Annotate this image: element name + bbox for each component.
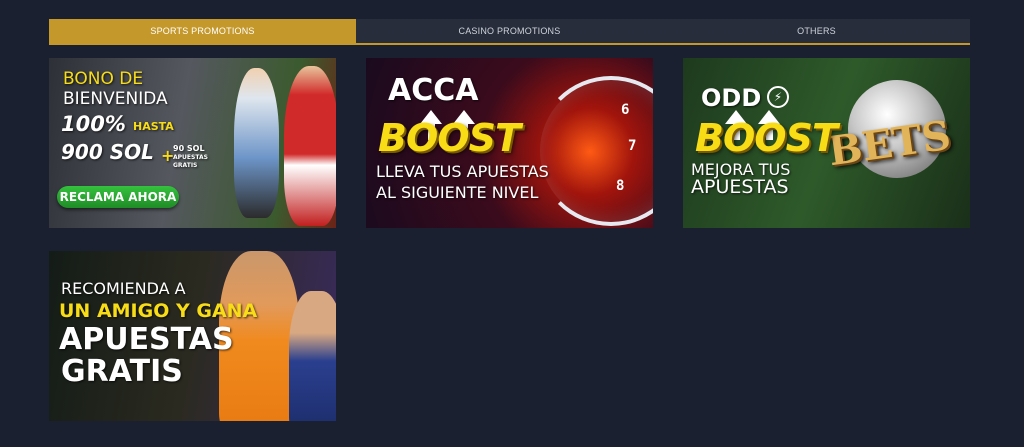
tab-sports-promotions[interactable]: SPORTS PROMOTIONS	[49, 19, 356, 43]
odd-line-2: APUESTAS	[691, 176, 789, 198]
welcome-percent: 100%	[61, 112, 126, 136]
gauge-number-6: 6	[621, 102, 630, 118]
gauge-number-7: 7	[628, 138, 637, 154]
tab-casino-promotions[interactable]: CASINO PROMOTIONS	[356, 19, 663, 43]
odd-boost-label: BOOST	[695, 116, 838, 160]
player-figure-2	[284, 66, 336, 226]
refer-line-3: APUESTAS	[59, 322, 234, 357]
refer-line-1: RECOMIENDA A	[61, 279, 186, 298]
welcome-line-1: BONO DE	[63, 69, 144, 89]
promo-card-refer-friend[interactable]: RECOMIENDA A UN AMIGO Y GANA APUESTAS GR…	[49, 251, 336, 421]
claim-now-button[interactable]: RECLAMA AHORA	[57, 186, 179, 208]
promo-card-odd-boost[interactable]: BETS ODD ⚡ BOOST MEJORA TUS APUESTAS	[683, 58, 970, 228]
promotions-tabs: SPORTS PROMOTIONS CASINO PROMOTIONS OTHE…	[49, 19, 970, 45]
refer-line-4: GRATIS	[61, 354, 183, 389]
woman-figure	[289, 291, 336, 421]
promo-card-acca-boost[interactable]: 6 7 8 ACCA BOOST LLEVA TUS APUESTAS AL S…	[366, 58, 653, 228]
welcome-line-2: BIENVENIDA	[63, 89, 168, 109]
odd-title: ODD	[701, 84, 762, 112]
acca-line-2: AL SIGUIENTE NIVEL	[376, 183, 539, 202]
welcome-extra-amount: 90 SOL	[173, 144, 205, 153]
tab-others[interactable]: OTHERS	[663, 19, 970, 43]
lightning-icon: ⚡	[767, 86, 789, 108]
player-figure-1	[234, 68, 279, 218]
acca-line-1: LLEVA TUS APUESTAS	[376, 162, 549, 181]
acca-title: ACCA	[388, 73, 479, 108]
bets-graphic: BETS	[825, 111, 954, 176]
gauge-number-8: 8	[616, 178, 625, 194]
welcome-amount: 900 SOL	[61, 140, 154, 164]
welcome-hasta: HASTA	[133, 120, 174, 133]
promo-card-welcome-bonus[interactable]: BONO DE BIENVENIDA 100% HASTA 900 SOL + …	[49, 58, 336, 228]
welcome-extra-line3: GRATIS	[173, 162, 198, 169]
refer-line-2: UN AMIGO Y GANA	[59, 300, 258, 322]
acca-boost-label: BOOST	[378, 116, 521, 160]
welcome-extra-line2: APUESTAS	[173, 154, 208, 161]
